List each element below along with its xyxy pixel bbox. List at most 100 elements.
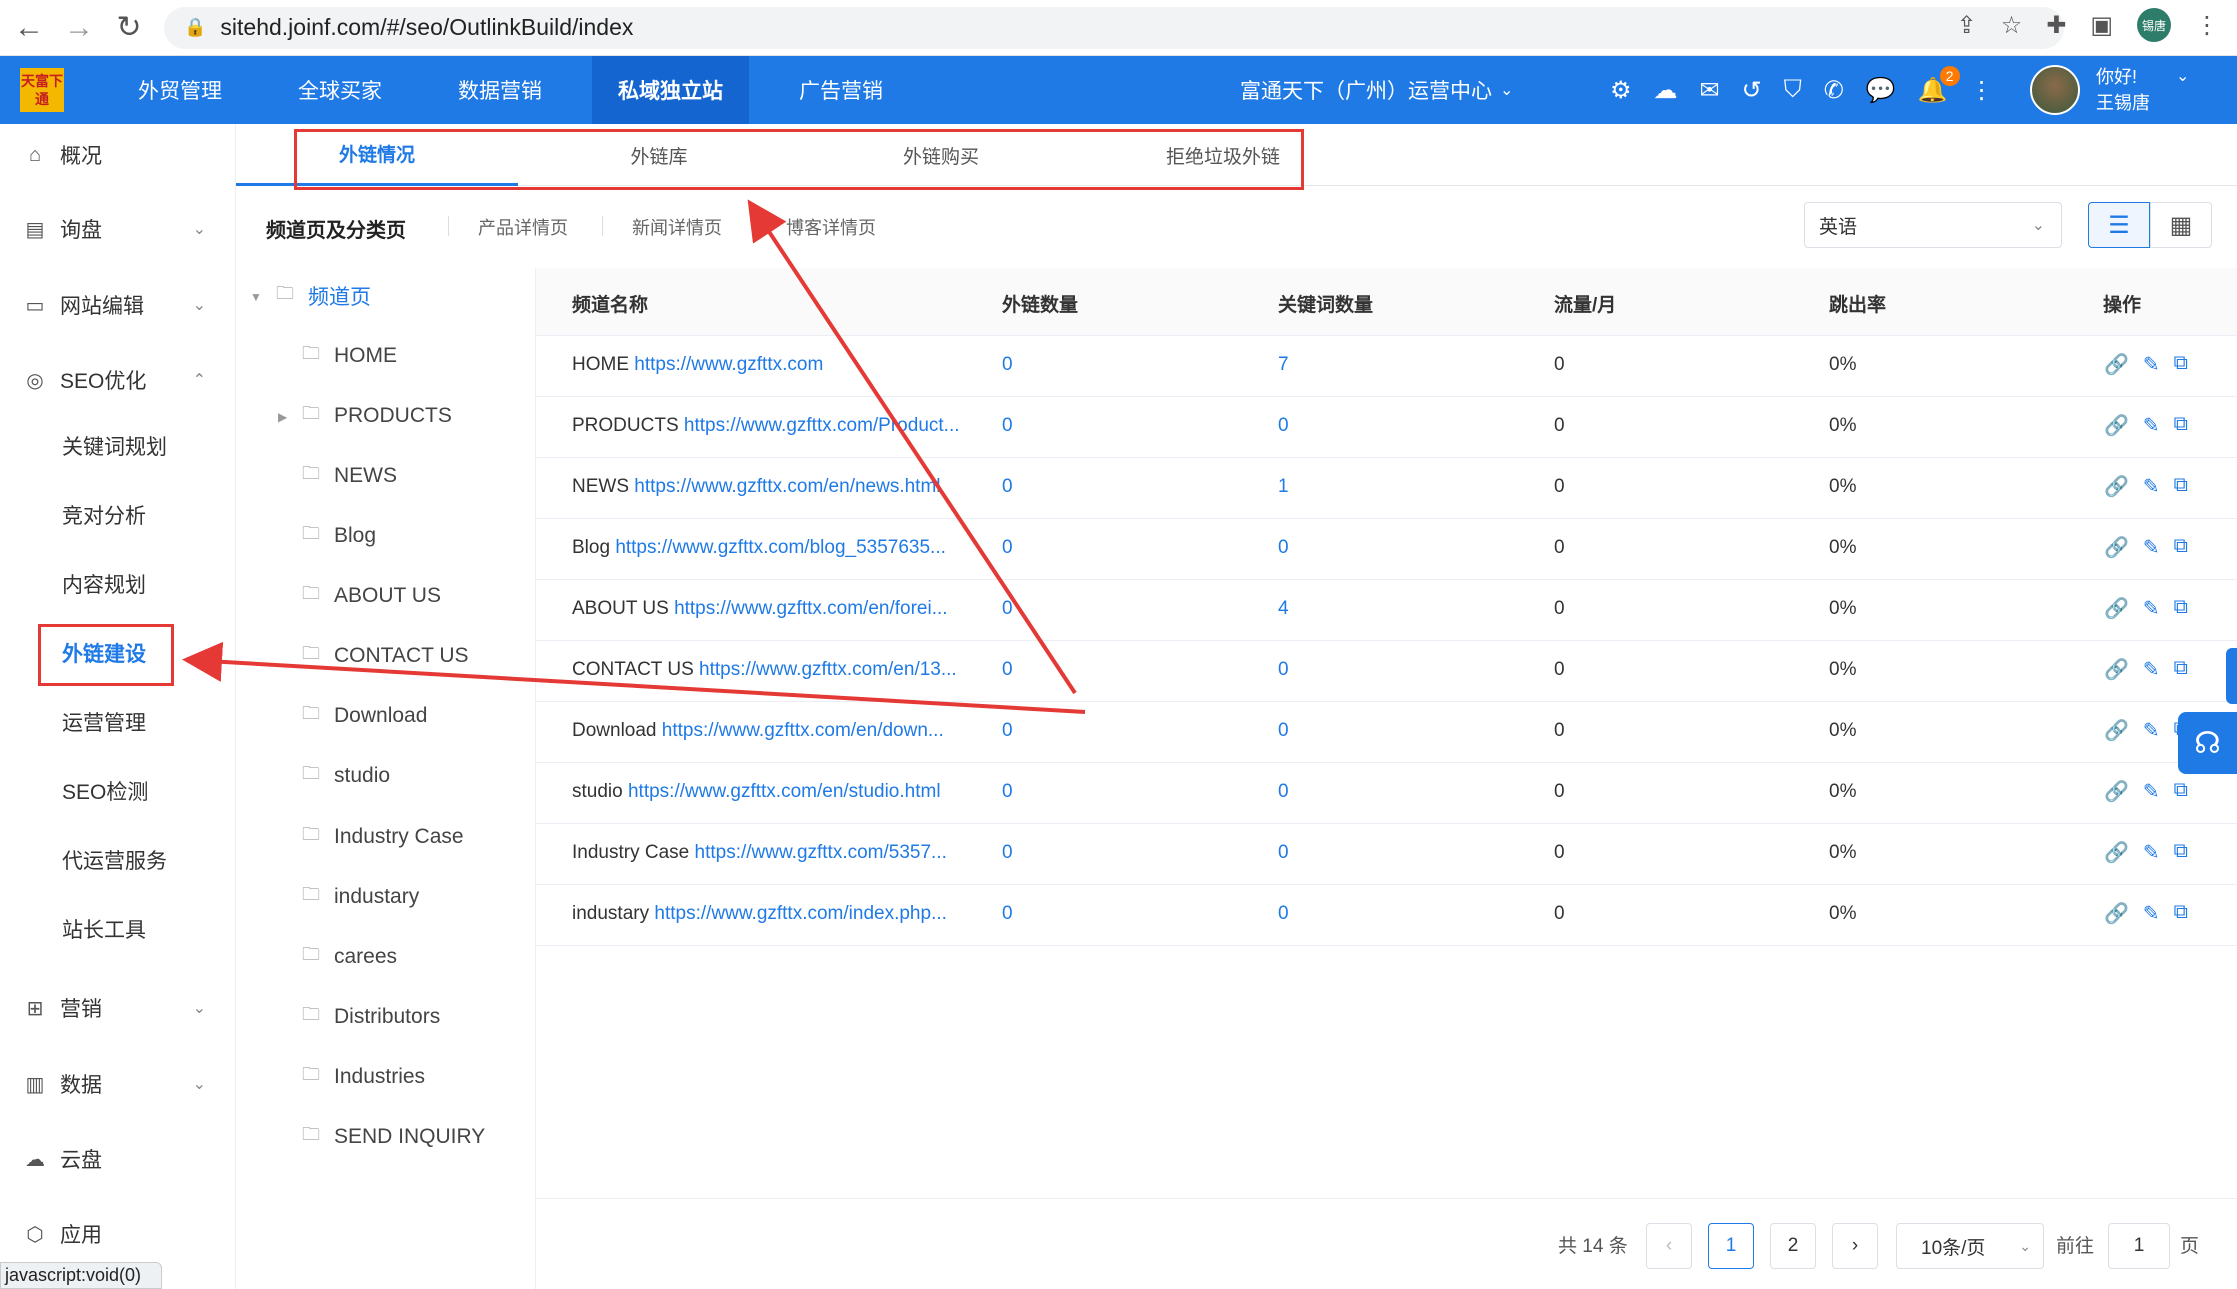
sidebar-sub-seo-check[interactable]: SEO检测 <box>62 771 148 811</box>
edit-icon[interactable]: ✎ <box>2143 352 2160 377</box>
link-icon[interactable]: 🔗 <box>2104 840 2129 865</box>
extensions-icon[interactable]: ✚ <box>2046 11 2066 40</box>
link-icon[interactable]: 🔗 <box>2104 779 2129 804</box>
link-icon[interactable]: 🔗 <box>2104 718 2129 743</box>
link-icon[interactable]: 🔗 <box>2104 596 2129 621</box>
channel-url-link[interactable]: https://www.gzfttx.com/en/13... <box>699 659 957 680</box>
prev-page-button[interactable]: ‹ <box>1646 1223 1692 1269</box>
forward-icon[interactable]: → <box>58 7 100 49</box>
link-icon[interactable]: 🔗 <box>2104 413 2129 438</box>
copy-icon[interactable]: ⧉ <box>2174 474 2188 499</box>
star-icon[interactable]: ☆ <box>2001 11 2023 40</box>
language-select[interactable]: 英语 ⌄ <box>1804 202 2062 248</box>
tree-node[interactable]: 🗀 carees <box>302 937 397 977</box>
backlink-count-link[interactable]: 0 <box>1002 781 1013 803</box>
reload-icon[interactable]: ↻ <box>108 7 150 49</box>
sidebar-item-marketing[interactable]: ⊞ 营销 ⌄ <box>0 983 236 1033</box>
tree-node[interactable]: 🗀 Industry Case <box>302 817 464 857</box>
sidebar-sub-operations[interactable]: 运营管理 <box>62 702 146 742</box>
keyword-count-link[interactable]: 0 <box>1278 659 1289 681</box>
keyword-count-link[interactable]: 0 <box>1278 537 1289 559</box>
backlink-count-link[interactable]: 0 <box>1002 720 1013 742</box>
mail-icon[interactable]: ✉ <box>1700 76 1720 105</box>
edit-icon[interactable]: ✎ <box>2143 474 2160 499</box>
refresh-icon[interactable]: ↺ <box>1742 76 1762 105</box>
bell-icon[interactable]: 🔔 2 <box>1918 65 1960 105</box>
tree-node[interactable]: 🗀 NEWS <box>302 456 397 496</box>
subtab-channel-pages[interactable]: 频道页及分类页 <box>266 214 406 243</box>
edit-icon[interactable]: ✎ <box>2143 901 2160 926</box>
channel-url-link[interactable]: https://www.gzfttx.com/Product... <box>684 415 960 436</box>
copy-icon[interactable]: ⧉ <box>2174 535 2188 560</box>
copy-icon[interactable]: ⧉ <box>2174 779 2188 804</box>
keyword-count-link[interactable]: 0 <box>1278 842 1289 864</box>
edit-icon[interactable]: ✎ <box>2143 535 2160 560</box>
cloud-icon[interactable]: ☁ <box>1654 76 1678 105</box>
collapse-handle[interactable] <box>2226 648 2237 704</box>
subtab-news-detail[interactable]: 新闻详情页 <box>632 214 722 240</box>
sidebar-item-site-edit[interactable]: ▭ 网站编辑 ⌄ <box>0 280 236 330</box>
org-selector[interactable]: 富通天下（广州）运营中心 ⌄ <box>1240 56 1513 124</box>
sidebar-sub-webmaster-tools[interactable]: 站长工具 <box>62 909 146 949</box>
backlink-count-link[interactable]: 0 <box>1002 598 1013 620</box>
keyword-count-link[interactable]: 7 <box>1278 354 1289 376</box>
keyword-count-link[interactable]: 0 <box>1278 415 1289 437</box>
sidebar-item-seo[interactable]: ◎ SEO优化 ⌃ <box>0 355 236 405</box>
backlink-count-link[interactable]: 0 <box>1002 354 1013 376</box>
tree-node[interactable]: 🗀 industary <box>302 877 419 917</box>
sidebar-sub-keyword-plan[interactable]: 关键词规划 <box>62 426 167 466</box>
copy-icon[interactable]: ⧉ <box>2174 596 2188 621</box>
copy-icon[interactable]: ⧉ <box>2174 657 2188 682</box>
more-icon[interactable]: ⋮ <box>1970 76 1994 105</box>
backlink-count-link[interactable]: 0 <box>1002 476 1013 498</box>
tree-node[interactable]: 🗀 ABOUT US <box>302 576 441 616</box>
sidebar-item-overview[interactable]: ⌂ 概况 <box>0 130 236 180</box>
edit-icon[interactable]: ✎ <box>2143 657 2160 682</box>
sidepanel-icon[interactable]: ▣ <box>2090 11 2113 40</box>
goto-page-input[interactable]: 1 <box>2108 1223 2170 1269</box>
channel-url-link[interactable]: https://www.gzfttx.com/en/news.html <box>634 476 940 497</box>
channel-url-link[interactable]: https://www.gzfttx.com/en/forei... <box>674 598 948 619</box>
tree-node[interactable]: 🗀 Blog <box>302 516 376 556</box>
link-icon[interactable]: 🔗 <box>2104 352 2129 377</box>
tree-node[interactable]: 🗀 CONTACT US <box>302 636 469 676</box>
tree-node[interactable]: 🗀 PRODUCTS <box>302 396 452 436</box>
back-icon[interactable]: ← <box>8 7 50 49</box>
avatar[interactable] <box>2030 65 2080 115</box>
list-view-icon[interactable]: ☰ <box>2088 202 2150 248</box>
sidebar-sub-managed-service[interactable]: 代运营服务 <box>62 840 167 880</box>
link-icon[interactable]: 🔗 <box>2104 474 2129 499</box>
profile-avatar[interactable]: 锡唐 <box>2137 8 2171 42</box>
link-icon[interactable]: 🔗 <box>2104 901 2129 926</box>
sidebar-item-inquiry[interactable]: ▤ 询盘 ⌄ <box>0 204 236 254</box>
whatsapp-icon[interactable]: ✆ <box>1824 76 1844 105</box>
top-nav-item-buyers[interactable]: 全球买家 <box>272 56 408 124</box>
keyword-count-link[interactable]: 0 <box>1278 720 1289 742</box>
sidebar-item-apps[interactable]: ⬡ 应用 <box>0 1209 236 1259</box>
copy-icon[interactable]: ⧉ <box>2174 352 2188 377</box>
sidebar-sub-competitor[interactable]: 竞对分析 <box>62 495 146 535</box>
edit-icon[interactable]: ✎ <box>2143 596 2160 621</box>
edit-icon[interactable]: ✎ <box>2143 413 2160 438</box>
tree-node[interactable]: 🗀 SEND INQUIRY <box>302 1117 485 1157</box>
keyword-count-link[interactable]: 1 <box>1278 476 1289 498</box>
link-icon[interactable]: 🔗 <box>2104 535 2129 560</box>
tree-node[interactable]: 🗀 Download <box>302 696 427 736</box>
subtab-product-detail[interactable]: 产品详情页 <box>478 214 568 240</box>
tree-node[interactable]: 🗀 HOME <box>302 336 397 376</box>
backlink-count-link[interactable]: 0 <box>1002 842 1013 864</box>
sidebar-item-data[interactable]: ▥ 数据 ⌄ <box>0 1059 236 1109</box>
logo[interactable]: 天富下通 <box>20 68 64 112</box>
sidebar-sub-content-plan[interactable]: 内容规划 <box>62 564 146 604</box>
backlink-count-link[interactable]: 0 <box>1002 659 1013 681</box>
tree-node[interactable]: 🗀 Industries <box>302 1057 425 1097</box>
channel-url-link[interactable]: https://www.gzfttx.com/en/down... <box>662 720 944 741</box>
edit-icon[interactable]: ✎ <box>2143 840 2160 865</box>
channel-url-link[interactable]: https://www.gzfttx.com/5357... <box>695 842 947 863</box>
sidebar-item-cloud[interactable]: ☁ 云盘 <box>0 1134 236 1184</box>
user-info[interactable]: 你好! 王锡唐 <box>2096 64 2150 116</box>
copy-icon[interactable]: ⧉ <box>2174 413 2188 438</box>
backlink-count-link[interactable]: 0 <box>1002 415 1013 437</box>
chevron-down-icon[interactable]: ⌄ <box>2176 66 2189 86</box>
keyword-count-link[interactable]: 0 <box>1278 903 1289 925</box>
